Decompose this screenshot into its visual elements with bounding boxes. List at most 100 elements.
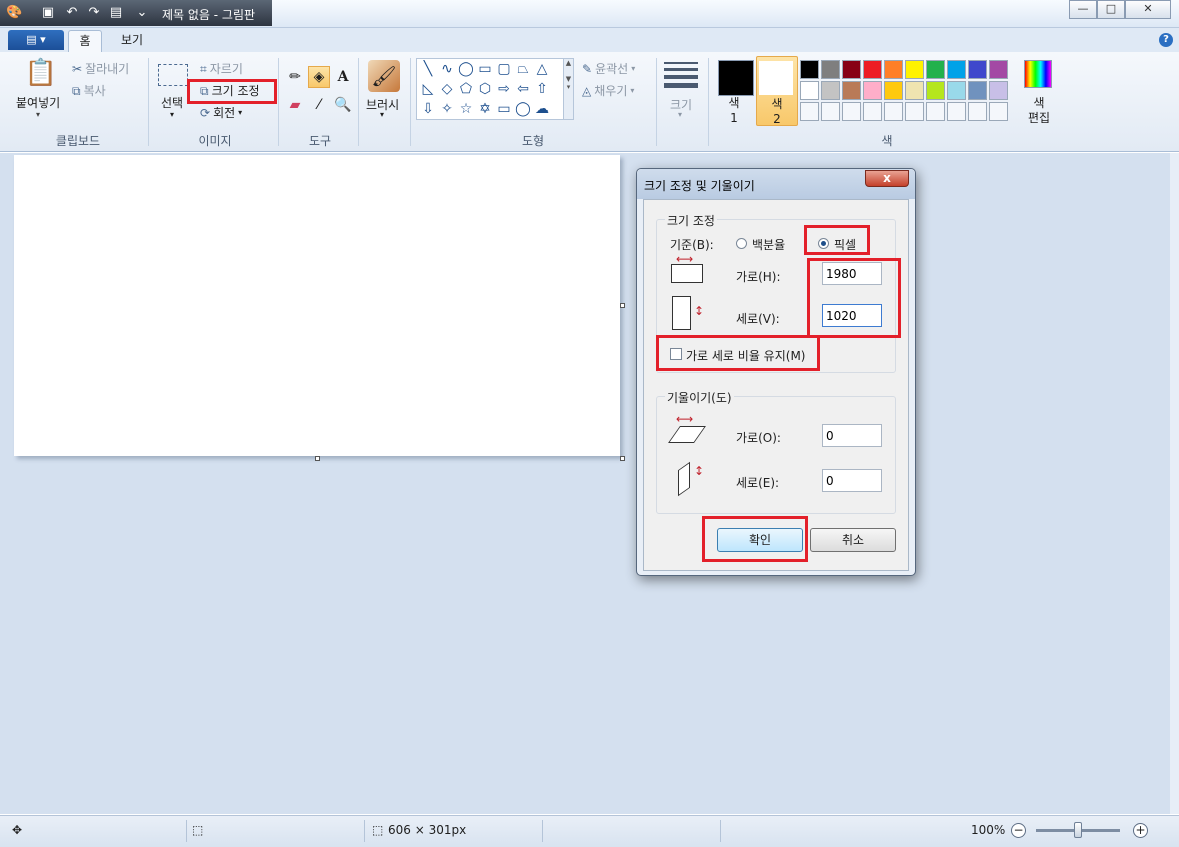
custom-color-swatch[interactable] (863, 102, 882, 121)
palette-color-swatch[interactable] (926, 81, 945, 100)
color-picker-icon[interactable]: ⁄ (308, 94, 330, 116)
brushes-dropdown-icon[interactable]: ▾ (380, 110, 384, 119)
outline-button[interactable]: ✎ 윤곽선 ▾ (582, 60, 635, 77)
palette-color-swatch[interactable] (989, 60, 1008, 79)
custom-color-swatch[interactable] (989, 102, 1008, 121)
fill-bucket-icon[interactable]: ◈ (308, 66, 330, 88)
callout-rect-shape-icon[interactable]: ▭ (495, 100, 513, 118)
text-tool-icon[interactable]: A (332, 66, 354, 88)
palette-color-swatch[interactable] (863, 60, 882, 79)
percent-label[interactable]: 백분율 (752, 236, 785, 253)
custom-color-swatch[interactable] (821, 102, 840, 121)
color1-swatch[interactable] (718, 60, 754, 96)
palette-color-swatch[interactable] (821, 81, 840, 100)
palette-color-swatch[interactable] (884, 81, 903, 100)
palette-color-swatch[interactable] (800, 81, 819, 100)
six-point-star-shape-icon[interactable]: ✡ (476, 100, 494, 118)
dialog-title-bar[interactable]: 크기 조정 및 기울이기 x (637, 169, 915, 199)
crop-button[interactable]: ⌗ 자르기 (200, 60, 243, 77)
palette-color-swatch[interactable] (884, 60, 903, 79)
left-arrow-shape-icon[interactable]: ⇦ (514, 80, 532, 98)
palette-color-swatch[interactable] (905, 81, 924, 100)
palette-color-swatch[interactable] (947, 81, 966, 100)
color1-button[interactable]: 색 1 (714, 96, 754, 126)
fill-button[interactable]: ◬ 채우기 ▾ (582, 82, 634, 99)
paint-menu-button[interactable]: ▤ ▾ (8, 30, 64, 50)
custom-color-swatch[interactable] (947, 102, 966, 121)
palette-color-swatch[interactable] (968, 60, 987, 79)
right-arrow-shape-icon[interactable]: ⇨ (495, 80, 513, 98)
size-dropdown-icon[interactable]: ▾ (678, 110, 682, 119)
curve-shape-icon[interactable]: ∿ (438, 60, 456, 78)
help-icon[interactable]: ? (1159, 33, 1173, 47)
cancel-button[interactable]: 취소 (810, 528, 896, 552)
pentagon-shape-icon[interactable]: ⬠ (457, 80, 475, 98)
palette-color-swatch[interactable] (905, 60, 924, 79)
right-triangle-shape-icon[interactable]: ◺ (419, 80, 437, 98)
edit-colors-icon[interactable] (1024, 60, 1052, 88)
dialog-close-button[interactable]: x (865, 170, 909, 187)
magnifier-icon[interactable]: 🔍 (332, 94, 354, 116)
hexagon-shape-icon[interactable]: ⬡ (476, 80, 494, 98)
paint-app-icon[interactable]: 🎨 (6, 5, 22, 21)
resize-handle-corner[interactable] (620, 456, 625, 461)
callout-oval-shape-icon[interactable]: ◯ (514, 100, 532, 118)
select-dropdown-icon[interactable]: ▾ (170, 110, 174, 119)
undo-icon[interactable]: ↶ (64, 5, 80, 21)
rounded-rectangle-shape-icon[interactable]: ▢ (495, 60, 513, 78)
shapes-gallery[interactable]: ╲ ∿ ◯ ▭ ▢ ⏢ △ ◺ ◇ ⬠ ⬡ ⇨ ⇦ ⇧ ⇩ ✧ ☆ ✡ ▭ ◯ … (416, 58, 574, 120)
percent-radio[interactable] (736, 238, 747, 249)
four-point-star-shape-icon[interactable]: ✧ (438, 100, 456, 118)
tab-home[interactable]: 홈 (68, 30, 102, 52)
palette-color-swatch[interactable] (989, 81, 1008, 100)
maximize-button[interactable]: □ (1097, 0, 1125, 19)
edit-colors-button[interactable]: 색 편집 (1018, 96, 1060, 126)
copy-button[interactable]: ⧉ 복사 (72, 82, 106, 99)
eraser-icon[interactable]: ▰ (284, 94, 306, 116)
palette-color-swatch[interactable] (863, 81, 882, 100)
select-button[interactable]: 선택 (161, 94, 183, 111)
paste-button[interactable]: 붙여넣기 (16, 94, 60, 111)
palette-color-swatch[interactable] (968, 81, 987, 100)
paste-dropdown-icon[interactable]: ▾ (36, 110, 40, 119)
triangle-shape-icon[interactable]: △ (533, 60, 551, 78)
select-icon[interactable] (158, 64, 188, 86)
drawing-canvas[interactable] (14, 155, 620, 456)
minimize-button[interactable]: — (1069, 0, 1097, 19)
custom-color-swatch[interactable] (968, 102, 987, 121)
rectangle-shape-icon[interactable]: ▭ (476, 60, 494, 78)
palette-color-swatch[interactable] (821, 60, 840, 79)
palette-color-swatch[interactable] (947, 60, 966, 79)
qat-dropdown-icon[interactable]: ⌄ (134, 5, 150, 21)
oval-shape-icon[interactable]: ◯ (457, 60, 475, 78)
custom-color-swatch[interactable] (926, 102, 945, 121)
palette-color-swatch[interactable] (842, 81, 861, 100)
polygon-shape-icon[interactable]: ⏢ (514, 60, 532, 78)
custom-color-swatch[interactable] (884, 102, 903, 121)
paste-icon[interactable]: 📋 (24, 58, 58, 94)
zoom-out-button[interactable]: − (1011, 823, 1026, 838)
line-shape-icon[interactable]: ╲ (419, 60, 437, 78)
palette-color-swatch[interactable] (800, 60, 819, 79)
custom-color-swatch[interactable] (842, 102, 861, 121)
zoom-slider-thumb[interactable] (1074, 822, 1082, 838)
size-icon[interactable] (664, 62, 698, 92)
down-arrow-shape-icon[interactable]: ⇩ (419, 100, 437, 118)
resize-handle-right[interactable] (620, 303, 625, 308)
skew-vertical-input[interactable] (822, 469, 882, 492)
palette-color-swatch[interactable] (926, 60, 945, 79)
callout-cloud-shape-icon[interactable]: ☁ (533, 100, 551, 118)
cut-button[interactable]: ✂ 잘라내기 (72, 60, 129, 77)
five-point-star-shape-icon[interactable]: ☆ (457, 100, 475, 118)
customize-icon[interactable]: ▤ (108, 5, 124, 21)
custom-color-swatch[interactable] (905, 102, 924, 121)
close-button[interactable]: ✕ (1125, 0, 1171, 19)
zoom-in-button[interactable]: + (1133, 823, 1148, 838)
palette-color-swatch[interactable] (842, 60, 861, 79)
redo-icon[interactable]: ↷ (86, 5, 102, 21)
up-arrow-shape-icon[interactable]: ⇧ (533, 80, 551, 98)
diamond-shape-icon[interactable]: ◇ (438, 80, 456, 98)
custom-color-swatch[interactable] (800, 102, 819, 121)
resize-handle-bottom[interactable] (315, 456, 320, 461)
tab-view[interactable]: 보기 (112, 30, 152, 52)
